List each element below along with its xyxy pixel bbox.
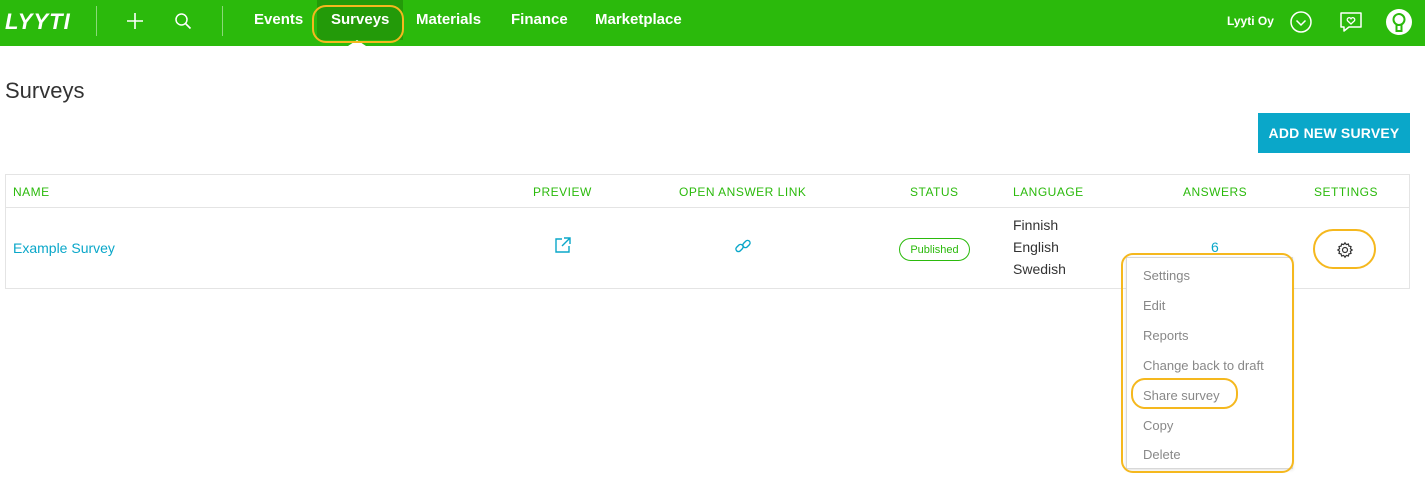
status-badge: Published <box>899 238 970 261</box>
nav-events[interactable]: Events <box>254 0 303 40</box>
nav-finance[interactable]: Finance <box>511 0 568 40</box>
link-icon[interactable] <box>734 237 752 255</box>
nav-divider <box>222 6 223 36</box>
menu-item-copy[interactable]: Copy <box>1143 418 1173 433</box>
chevron-down-circle-icon[interactable] <box>1289 10 1313 34</box>
nav-materials[interactable]: Materials <box>416 0 481 40</box>
column-header-preview: PREVIEW <box>533 185 592 199</box>
user-avatar-icon[interactable] <box>1385 8 1413 36</box>
menu-item-change-back-to-draft[interactable]: Change back to draft <box>1143 358 1264 373</box>
column-header-status[interactable]: STATUS <box>910 185 959 199</box>
menu-item-settings[interactable]: Settings <box>1143 268 1190 283</box>
gear-icon[interactable] <box>1336 241 1354 259</box>
column-header-language: LANGUAGE <box>1013 185 1084 199</box>
lyyti-logo[interactable]: LYYTI <box>5 9 71 35</box>
nav-marketplace[interactable]: Marketplace <box>595 0 682 40</box>
external-link-icon[interactable] <box>554 236 572 254</box>
language-english: English <box>1013 239 1059 255</box>
plus-icon[interactable] <box>125 11 145 31</box>
survey-name-link[interactable]: Example Survey <box>13 240 115 256</box>
add-new-survey-button[interactable]: ADD NEW SURVEY <box>1258 113 1410 153</box>
active-nav-pointer <box>348 40 366 46</box>
table-header: NAME PREVIEW OPEN ANSWER LINK STATUS LAN… <box>6 175 1409 208</box>
nav-surveys[interactable]: Surveys <box>317 0 404 40</box>
nav-divider <box>96 6 97 36</box>
top-navigation-bar: LYYTI Events Surveys Materials Finance M… <box>0 0 1425 46</box>
heart-chat-icon[interactable] <box>1339 10 1363 34</box>
language-finnish: Finnish <box>1013 217 1059 233</box>
search-icon[interactable] <box>173 11 193 31</box>
column-header-name[interactable]: NAME <box>13 185 50 199</box>
column-header-settings: SETTINGS <box>1314 185 1379 199</box>
menu-item-share-survey[interactable]: Share survey <box>1143 388 1220 403</box>
column-header-answers[interactable]: ANSWERS <box>1183 185 1247 199</box>
page-title: Surveys <box>5 78 85 103</box>
menu-item-delete[interactable]: Delete <box>1143 447 1181 462</box>
language-swedish: Swedish <box>1013 261 1066 277</box>
menu-item-edit[interactable]: Edit <box>1143 298 1165 313</box>
menu-item-reports[interactable]: Reports <box>1143 328 1189 343</box>
column-header-open-answer-link: OPEN ANSWER LINK <box>679 185 807 199</box>
organization-name[interactable]: Lyyti Oy <box>1227 14 1274 28</box>
settings-dropdown-menu: Settings Edit Reports Change back to dra… <box>1126 257 1293 469</box>
answers-count-link[interactable]: 6 <box>1211 239 1219 255</box>
